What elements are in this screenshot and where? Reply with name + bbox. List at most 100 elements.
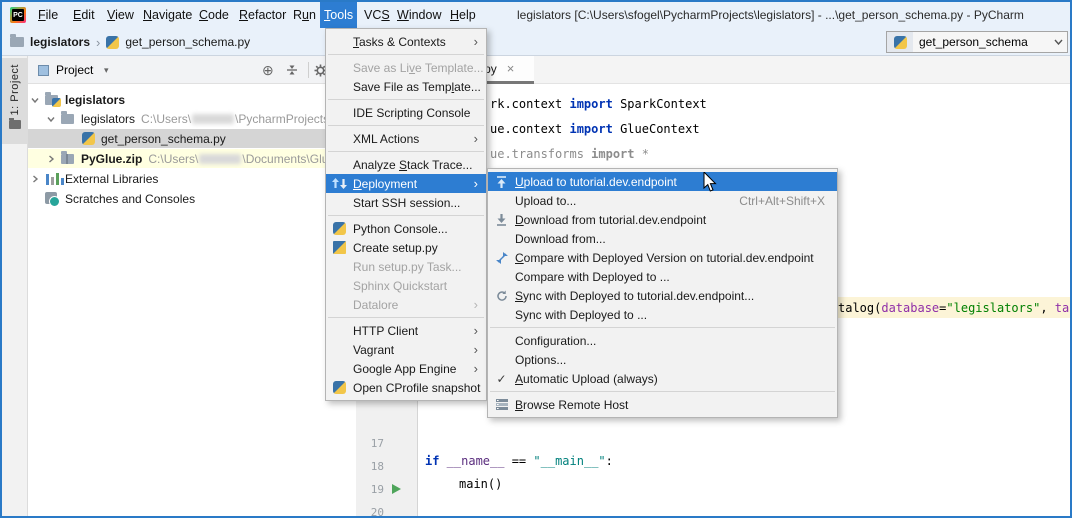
line-number: 18 bbox=[356, 460, 384, 473]
menu-item-upload-to[interactable]: Upload to...Ctrl+Alt+Shift+X bbox=[488, 191, 837, 210]
menu-item-save-file-template[interactable]: Save File as Template... bbox=[326, 77, 486, 96]
menu-item-vagrant[interactable]: Vagrant› bbox=[326, 340, 486, 359]
deployment-submenu: Upload to tutorial.dev.endpoint Upload t… bbox=[487, 168, 838, 418]
shortcut-hint: Ctrl+Alt+Shift+X bbox=[739, 194, 829, 208]
chevron-down-icon[interactable]: ▾ bbox=[104, 56, 109, 84]
run-configuration-select[interactable]: get_person_schema bbox=[886, 31, 1068, 53]
run-line-icon[interactable] bbox=[392, 484, 401, 494]
tree-label: legislators bbox=[81, 112, 135, 126]
tree-label: get_person_schema.py bbox=[101, 132, 226, 146]
check-icon: ✓ bbox=[488, 372, 515, 386]
collapsed-chevron-icon[interactable] bbox=[30, 174, 40, 184]
menu-run[interactable]: Run bbox=[289, 2, 320, 28]
navigation-bar: legislators › get_person_schema.py get_p… bbox=[2, 28, 1070, 56]
tree-path: C:\Users\\PycharmProjects\l bbox=[141, 112, 335, 126]
code-line-if-main[interactable]: if __name__ == "__main__": bbox=[425, 454, 613, 468]
menu-window[interactable]: Window bbox=[393, 2, 445, 28]
project-panel-title[interactable]: Project bbox=[56, 56, 93, 84]
project-panel-header: Project ▾ ⊕ bbox=[28, 56, 356, 84]
menu-item-create-setup-py[interactable]: Create setup.py bbox=[326, 238, 486, 257]
menu-separator bbox=[328, 125, 484, 126]
menu-item-sync-deployed-endpoint[interactable]: Sync with Deployed to tutorial.dev.endpo… bbox=[488, 286, 837, 305]
upload-icon bbox=[488, 176, 515, 188]
pycharm-window: PC File Edit View Navigate Code Refactor… bbox=[0, 0, 1072, 518]
close-icon[interactable]: × bbox=[507, 61, 515, 76]
tree-row-pyglue-zip[interactable]: PyGlue.zip C:\Users\\Documents\Glue\ bbox=[28, 149, 356, 168]
menu-view[interactable]: View bbox=[103, 2, 138, 28]
python-file-icon bbox=[106, 36, 119, 49]
menu-refactor[interactable]: Refactor bbox=[235, 2, 290, 28]
menu-item-deployment[interactable]: Deployment › bbox=[326, 174, 486, 193]
tree-label: PyGlue.zip bbox=[81, 152, 142, 166]
menu-navigate[interactable]: Navigate bbox=[139, 2, 196, 28]
scratches-icon bbox=[44, 192, 60, 205]
code-line-import-spark[interactable]: rk.context import SparkContext bbox=[490, 97, 707, 111]
menu-item-automatic-upload[interactable]: ✓Automatic Upload (always) bbox=[488, 369, 837, 388]
deployment-icon bbox=[326, 178, 353, 189]
project-tool-window-button[interactable]: 1: Project bbox=[2, 58, 28, 144]
line-number: 19 bbox=[356, 483, 384, 496]
breadcrumb-project[interactable]: legislators bbox=[30, 35, 90, 49]
tree-row-external-libraries[interactable]: External Libraries bbox=[28, 169, 356, 188]
title-bar: PC File Edit View Navigate Code Refactor… bbox=[2, 2, 1070, 28]
python-file-icon bbox=[82, 132, 96, 145]
locate-file-button[interactable]: ⊕ bbox=[262, 56, 274, 84]
window-border-left bbox=[0, 0, 2, 518]
external-libraries-icon bbox=[44, 172, 60, 185]
tree-row-legislators-root[interactable]: legislators bbox=[28, 90, 356, 109]
menu-item-start-ssh-session[interactable]: Start SSH session... bbox=[326, 193, 486, 212]
remote-host-icon bbox=[488, 399, 515, 410]
menu-item-ide-scripting-console[interactable]: IDE Scripting Console bbox=[326, 103, 486, 122]
menu-edit[interactable]: Edit bbox=[69, 2, 99, 28]
menu-item-compare-deployed-endpoint[interactable]: Compare with Deployed Version on tutoria… bbox=[488, 248, 837, 267]
breadcrumb-file[interactable]: get_person_schema.py bbox=[125, 35, 250, 49]
menu-item-compare-deployed-to[interactable]: Compare with Deployed to ... bbox=[488, 267, 837, 286]
tree-label: legislators bbox=[65, 93, 125, 107]
compare-icon bbox=[488, 252, 515, 264]
menu-item-browse-remote-host[interactable]: Browse Remote Host bbox=[488, 395, 837, 414]
menu-help[interactable]: Help bbox=[446, 2, 480, 28]
menu-item-python-console[interactable]: Python Console... bbox=[326, 219, 486, 238]
menu-file[interactable]: File bbox=[34, 2, 62, 28]
menu-tools[interactable]: Tools bbox=[320, 2, 357, 28]
menu-item-analyze-stack-trace[interactable]: Analyze Stack Trace... bbox=[326, 155, 486, 174]
tree-row-get-person-schema[interactable]: get_person_schema.py bbox=[28, 129, 356, 148]
menu-item-open-cprofile-snapshot[interactable]: Open CProfile snapshot bbox=[326, 378, 486, 397]
menu-item-http-client[interactable]: HTTP Client› bbox=[326, 321, 486, 340]
submenu-arrow-icon: › bbox=[466, 323, 478, 338]
tree-row-scratches[interactable]: Scratches and Consoles bbox=[28, 189, 356, 208]
collapse-all-button[interactable] bbox=[286, 56, 298, 84]
tree-label: External Libraries bbox=[65, 172, 158, 186]
menu-item-options[interactable]: Options... bbox=[488, 350, 837, 369]
menu-item-configuration[interactable]: Configuration... bbox=[488, 331, 837, 350]
code-line-import-glue[interactable]: ue.context import GlueContext bbox=[490, 122, 700, 136]
code-line-main-call[interactable]: main() bbox=[459, 477, 502, 491]
menu-vcs[interactable]: VCS bbox=[360, 2, 394, 28]
code-line-import-transforms[interactable]: ue.transforms import * bbox=[490, 147, 649, 161]
collapsed-chevron-icon[interactable] bbox=[46, 154, 56, 164]
tree-label: Scratches and Consoles bbox=[65, 192, 195, 206]
expanded-chevron-icon[interactable] bbox=[30, 95, 40, 105]
menu-item-tasks-contexts[interactable]: Tasks & Contexts› bbox=[326, 32, 486, 51]
breadcrumb: legislators › get_person_schema.py bbox=[10, 28, 250, 56]
menu-item-download-from[interactable]: Download from... bbox=[488, 229, 837, 248]
menu-item-xml-actions[interactable]: XML Actions› bbox=[326, 129, 486, 148]
zip-folder-icon bbox=[60, 152, 76, 165]
download-icon bbox=[488, 214, 515, 226]
python-icon bbox=[326, 222, 353, 235]
redacted-username bbox=[199, 154, 241, 164]
project-stripe-icon bbox=[9, 120, 21, 129]
expanded-chevron-icon[interactable] bbox=[46, 114, 56, 124]
menu-item-google-app-engine[interactable]: Google App Engine› bbox=[326, 359, 486, 378]
menu-item-download-from-endpoint[interactable]: Download from tutorial.dev.endpoint bbox=[488, 210, 837, 229]
project-view-icon bbox=[38, 65, 49, 76]
menu-code[interactable]: Code bbox=[195, 2, 233, 28]
folder-icon bbox=[60, 112, 76, 125]
tree-row-legislators-dir[interactable]: legislators C:\Users\\PycharmProjects\l bbox=[28, 109, 356, 128]
code-line-from-catalog[interactable]: talog(database="legislators", table bbox=[838, 301, 1072, 315]
menu-item-upload-to-endpoint[interactable]: Upload to tutorial.dev.endpoint bbox=[488, 172, 837, 191]
window-border-top bbox=[0, 0, 1072, 2]
folder-icon bbox=[10, 37, 24, 47]
menu-item-sync-deployed-to[interactable]: Sync with Deployed to ... bbox=[488, 305, 837, 324]
menu-separator bbox=[490, 391, 835, 392]
